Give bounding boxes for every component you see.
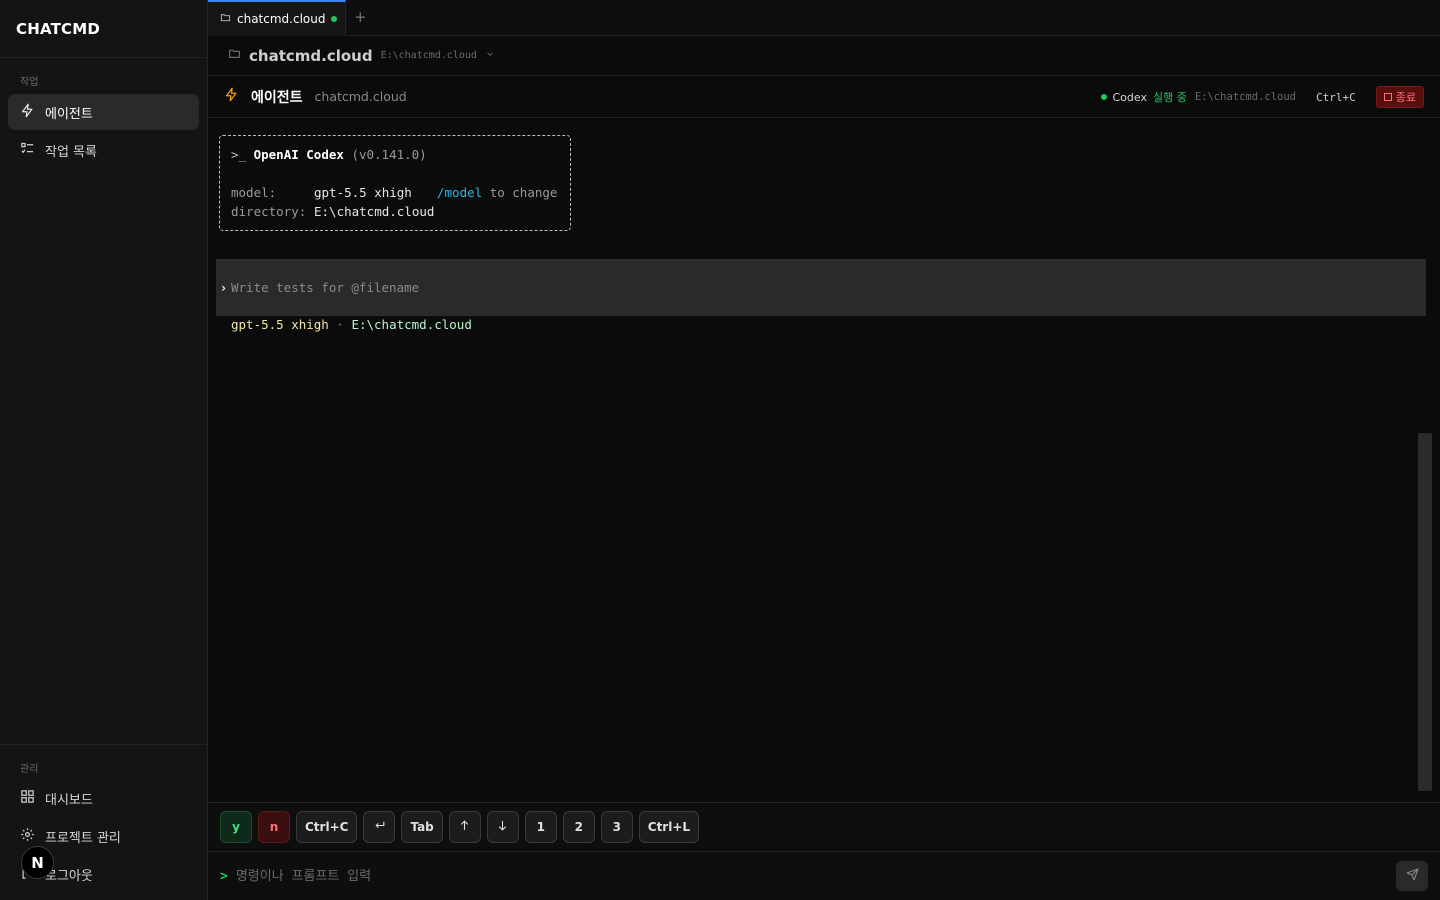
status-line: gpt-5.5 xhigh · E:\chatcmd.cloud (231, 317, 472, 332)
quick-key-bar: y n Ctrl+C Tab 1 2 3 Ctrl+L (208, 802, 1440, 852)
section-label-admin: 관리 (20, 764, 39, 775)
tab-chatcmd-cloud[interactable]: chatcmd.cloud (208, 0, 346, 36)
arrow-up-icon (458, 819, 471, 835)
sidebar-item-label: 대시보드 (45, 792, 93, 808)
key-ctrl-l-button[interactable]: Ctrl+L (638, 811, 700, 843)
directory-value: E:\chatcmd.cloud (314, 204, 435, 219)
input-prefix: > (220, 868, 228, 884)
model-hint-text: to change (489, 185, 558, 200)
sidebar-item-label: 작업 목록 (45, 144, 97, 160)
agent-header: 에이전트 chatcmd.cloud Codex 실행 중 E:\chatcmd… (208, 76, 1440, 118)
stop-shortcut: Ctrl+C (1316, 90, 1356, 104)
agent-status-area: Codex 실행 중 E:\chatcmd.cloud Ctrl+C 종료 (1100, 76, 1424, 118)
folder-icon (228, 47, 241, 64)
command-input-bar: > (208, 852, 1440, 900)
project-title: chatcmd.cloud (249, 46, 373, 65)
stop-button[interactable]: 종료 (1375, 86, 1424, 108)
stop-label: 종료 (1395, 91, 1416, 104)
status-path: E:\chatcmd.cloud (1194, 91, 1296, 103)
enter-icon (373, 819, 386, 835)
send-button[interactable] (1396, 861, 1428, 891)
key-3-button[interactable]: 3 (600, 811, 633, 843)
prompt-placeholder: Write tests for @filename (231, 280, 420, 295)
tab-status-dot (331, 16, 338, 22)
agent-project: chatcmd.cloud (314, 89, 407, 104)
codex-prompt-input[interactable]: › Write tests for @filename (216, 259, 1426, 316)
model-value: gpt-5.5 xhigh (314, 185, 412, 200)
section-label-work: 작업 (20, 77, 39, 88)
key-tab-button[interactable]: Tab (401, 811, 443, 843)
command-input[interactable] (235, 868, 1336, 884)
key-1-button[interactable]: 1 (524, 811, 557, 843)
sidebar-item-tasks[interactable]: 작업 목록 (8, 132, 199, 168)
project-path: E:\chatcmd.cloud (380, 50, 477, 61)
key-enter-button[interactable] (363, 811, 396, 843)
agent-title: 에이전트 (251, 89, 303, 106)
gear-icon (20, 827, 35, 846)
tab-label: chatcmd.cloud (237, 12, 326, 26)
path-bar: chatcmd.cloud E:\chatcmd.cloud (208, 36, 1440, 76)
add-tab-button[interactable]: + (354, 8, 367, 26)
status-name: Codex (1112, 90, 1147, 104)
arrow-down-icon (496, 819, 509, 835)
key-yes-button[interactable]: y (220, 811, 252, 843)
list-check-icon (20, 141, 35, 160)
key-down-button[interactable] (486, 811, 519, 843)
dashboard-icon (20, 789, 35, 808)
stop-icon (1383, 93, 1392, 101)
send-icon (1406, 868, 1419, 885)
agent-status: Codex 실행 중 (1100, 89, 1187, 105)
bolt-icon (224, 87, 251, 106)
key-up-button[interactable] (448, 811, 481, 843)
status-dot (1100, 94, 1107, 100)
key-no-button[interactable]: n (258, 811, 290, 843)
footer-path: E:\chatcmd.cloud (351, 317, 472, 332)
banner-version: (v0.141.0) (351, 147, 427, 162)
sidebar-item-dashboard[interactable]: 대시보드 (8, 780, 199, 816)
chevron-down-icon[interactable] (485, 48, 495, 63)
key-ctrl-c-button[interactable]: Ctrl+C (296, 811, 358, 843)
brand-logo: CHATCMD (0, 0, 207, 58)
directory-key: directory: (231, 204, 307, 219)
sidebar-item-label: 프로젝트 관리 (45, 830, 121, 846)
footer-model: gpt-5.5 xhigh (231, 317, 329, 332)
model-hint-command: /model (437, 185, 483, 200)
banner-prefix: >_ (231, 147, 247, 162)
footer-separator: · (336, 317, 344, 332)
avatar[interactable]: N (21, 846, 54, 879)
banner-title: OpenAI Codex (253, 147, 344, 162)
folder-icon (220, 12, 231, 26)
bolt-icon (20, 103, 35, 122)
codex-banner: >_ OpenAI Codex (v0.141.0) model: gpt-5.… (219, 135, 571, 231)
status-text: 실행 중 (1152, 91, 1187, 104)
sidebar-item-agent[interactable]: 에이전트 (8, 94, 199, 130)
sidebar-item-label: 에이전트 (45, 106, 93, 122)
prompt-caret: › (219, 280, 228, 295)
terminal-output[interactable]: >_ OpenAI Codex (v0.141.0) model: gpt-5.… (208, 118, 1440, 802)
model-key: model: (231, 185, 277, 200)
terminal-scrollbar[interactable] (1418, 433, 1432, 791)
key-2-button[interactable]: 2 (562, 811, 595, 843)
tab-bar: chatcmd.cloud + (208, 0, 1440, 36)
sidebar: CHATCMD 작업 에이전트 작업 목록 관리 대시보드 프로젝트 관리 로그… (0, 0, 208, 900)
